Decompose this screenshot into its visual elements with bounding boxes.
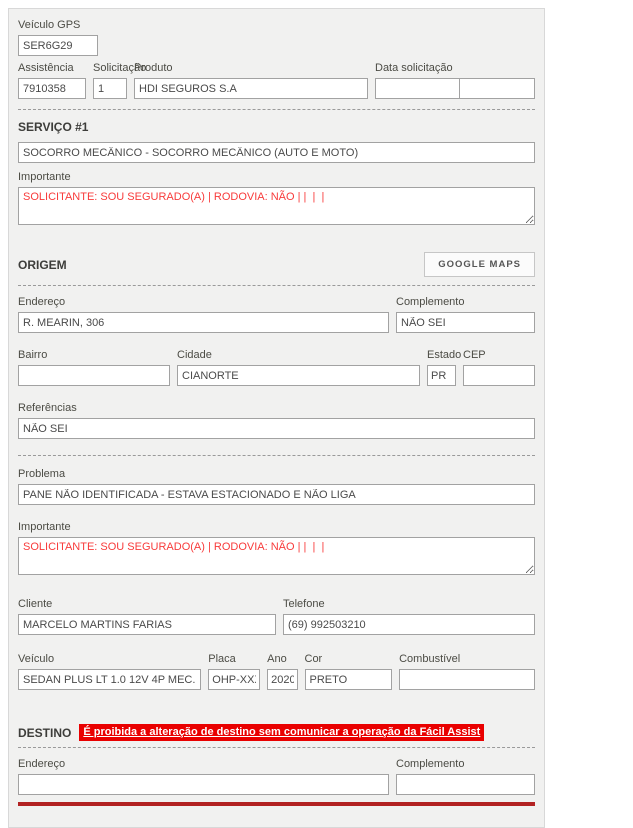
destination-section-title: DESTINO bbox=[18, 726, 71, 740]
client-field: Cliente bbox=[18, 598, 276, 635]
vehicle-label: Veículo bbox=[18, 653, 201, 666]
year-input[interactable] bbox=[267, 669, 297, 690]
vehicle-field: Veículo bbox=[18, 653, 201, 690]
vehicle-row: Veículo Placa Ano Cor Combustível bbox=[18, 653, 535, 690]
origin-city-label: Cidade bbox=[177, 349, 420, 362]
origin-section-header: ORIGEM GOOGLE MAPS bbox=[18, 252, 535, 277]
plate-label: Placa bbox=[208, 653, 260, 666]
service-type-input[interactable] bbox=[18, 142, 535, 163]
destination-complement-input[interactable] bbox=[396, 774, 535, 795]
vehicle-gps-input[interactable] bbox=[18, 35, 98, 56]
origin-section-title: ORIGEM bbox=[18, 258, 67, 272]
origin-complement-label: Complemento bbox=[396, 296, 535, 309]
destination-section-header: DESTINO É proibida a alteração de destin… bbox=[18, 724, 535, 741]
assistance-row: Assistência Solicitação Produto Data sol… bbox=[18, 62, 535, 99]
problem-label: Problema bbox=[18, 468, 535, 481]
red-section-divider bbox=[18, 802, 535, 806]
phone-field: Telefone bbox=[283, 598, 535, 635]
service-important-textarea[interactable]: SOLICITANTE: SOU SEGURADO(A) | RODOVIA: … bbox=[18, 187, 535, 225]
destination-address-field: Endereço bbox=[18, 758, 389, 795]
assistance-form-panel: Veículo GPS Assistência Solicitação Prod… bbox=[8, 8, 545, 828]
destination-address-row: Endereço Complemento bbox=[18, 758, 535, 795]
solicitation-field: Solicitação bbox=[93, 62, 127, 99]
divider bbox=[18, 455, 535, 456]
client-label: Cliente bbox=[18, 598, 276, 611]
product-input[interactable] bbox=[134, 78, 368, 99]
plate-input[interactable] bbox=[208, 669, 260, 690]
destination-warning-badge: É proibida a alteração de destino sem co… bbox=[79, 724, 484, 741]
year-label: Ano bbox=[267, 653, 297, 666]
client-row: Cliente Telefone bbox=[18, 598, 535, 635]
origin-important-label: Importante bbox=[18, 521, 535, 534]
service-section-title: SERVIÇO #1 bbox=[18, 120, 535, 134]
origin-state-input[interactable] bbox=[427, 365, 456, 386]
fuel-label: Combustível bbox=[399, 653, 535, 666]
plate-field: Placa bbox=[208, 653, 260, 690]
origin-city-row: Bairro Cidade Estado CEP bbox=[18, 349, 535, 386]
fuel-field: Combustível bbox=[399, 653, 535, 690]
year-field: Ano bbox=[267, 653, 297, 690]
origin-references-label: Referências bbox=[18, 402, 535, 415]
origin-important-textarea[interactable]: SOLICITANTE: SOU SEGURADO(A) | RODOVIA: … bbox=[18, 537, 535, 575]
service-important-label: Importante bbox=[18, 171, 535, 184]
origin-complement-input[interactable] bbox=[396, 312, 535, 333]
vehicle-gps-label: Veículo GPS bbox=[18, 19, 98, 32]
origin-zip-field: CEP bbox=[463, 349, 535, 386]
color-label: Cor bbox=[305, 653, 393, 666]
solicitation-input[interactable] bbox=[93, 78, 127, 99]
vehicle-gps-field: Veículo GPS bbox=[18, 19, 98, 56]
request-time-input[interactable] bbox=[459, 78, 535, 99]
origin-city-field: Cidade bbox=[177, 349, 420, 386]
solicitation-label: Solicitação bbox=[93, 62, 127, 75]
assistance-input[interactable] bbox=[18, 78, 86, 99]
fuel-input[interactable] bbox=[399, 669, 535, 690]
origin-zip-label: CEP bbox=[463, 349, 535, 362]
phone-input[interactable] bbox=[283, 614, 535, 635]
destination-complement-field: Complemento bbox=[396, 758, 535, 795]
color-field: Cor bbox=[305, 653, 393, 690]
divider bbox=[18, 747, 535, 748]
origin-references-input[interactable] bbox=[18, 418, 535, 439]
assistance-field: Assistência bbox=[18, 62, 86, 99]
destination-address-input[interactable] bbox=[18, 774, 389, 795]
product-label: Produto bbox=[134, 62, 368, 75]
google-maps-button[interactable]: GOOGLE MAPS bbox=[424, 252, 535, 277]
request-date-field: Data solicitação bbox=[375, 62, 535, 99]
destination-complement-label: Complemento bbox=[396, 758, 535, 771]
vehicle-input[interactable] bbox=[18, 669, 201, 690]
divider bbox=[18, 285, 535, 286]
origin-city-input[interactable] bbox=[177, 365, 420, 386]
color-input[interactable] bbox=[305, 669, 393, 690]
product-field: Produto bbox=[134, 62, 368, 99]
request-date-label: Data solicitação bbox=[375, 62, 535, 75]
origin-state-field: Estado bbox=[427, 349, 456, 386]
origin-address-row: Endereço Complemento bbox=[18, 296, 535, 333]
phone-label: Telefone bbox=[283, 598, 535, 611]
request-date-input[interactable] bbox=[375, 78, 460, 99]
assistance-label: Assistência bbox=[18, 62, 86, 75]
origin-district-label: Bairro bbox=[18, 349, 170, 362]
origin-address-field: Endereço bbox=[18, 296, 389, 333]
origin-address-input[interactable] bbox=[18, 312, 389, 333]
origin-state-label: Estado bbox=[427, 349, 456, 362]
origin-address-label: Endereço bbox=[18, 296, 389, 309]
destination-address-label: Endereço bbox=[18, 758, 389, 771]
divider bbox=[18, 109, 535, 110]
origin-district-input[interactable] bbox=[18, 365, 170, 386]
origin-complement-field: Complemento bbox=[396, 296, 535, 333]
origin-district-field: Bairro bbox=[18, 349, 170, 386]
problem-input[interactable] bbox=[18, 484, 535, 505]
origin-zip-input[interactable] bbox=[463, 365, 535, 386]
client-input[interactable] bbox=[18, 614, 276, 635]
